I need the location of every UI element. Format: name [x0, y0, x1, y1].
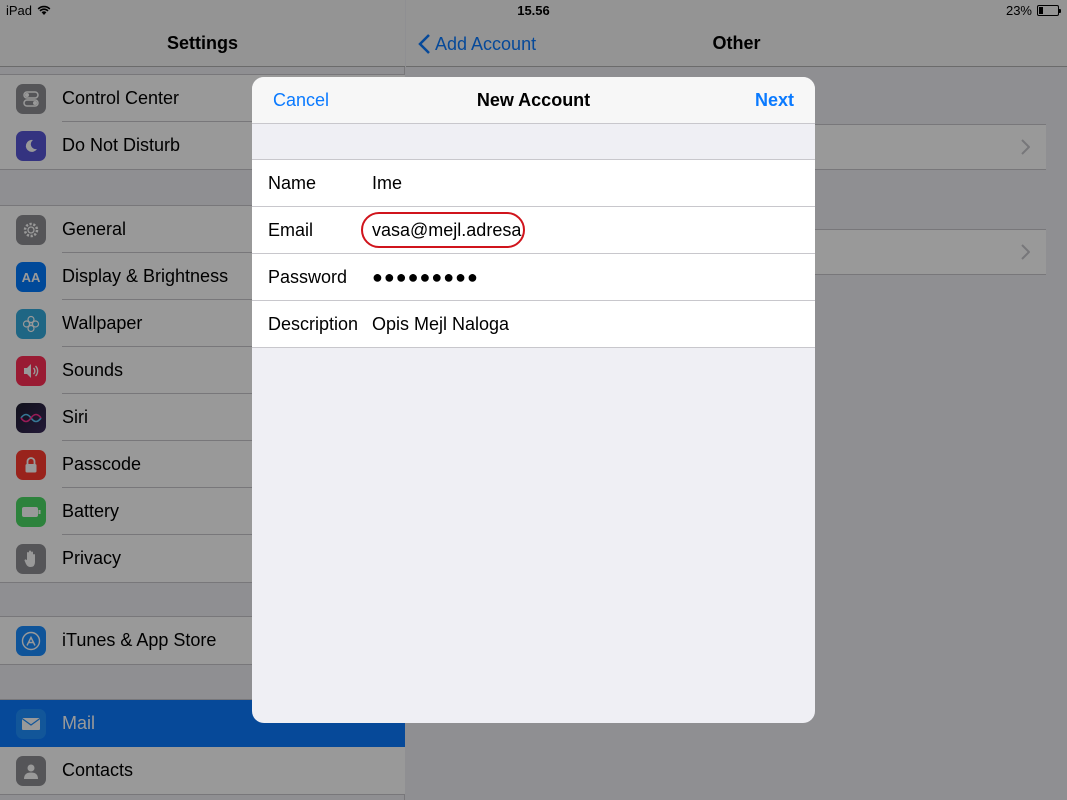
email-field[interactable]: vasa@mejl.adresa: [372, 207, 521, 253]
sheet-title: New Account: [476, 90, 591, 110]
next-button[interactable]: Next: [755, 90, 794, 111]
account-form: Name Ime Email vasa@mejl.adresa Password…: [252, 159, 815, 348]
email-row[interactable]: Email vasa@mejl.adresa: [252, 207, 815, 254]
name-label: Name: [268, 173, 317, 193]
description-field[interactable]: Opis Mejl Naloga: [372, 301, 509, 347]
name-field[interactable]: Ime: [372, 160, 402, 206]
name-row[interactable]: Name Ime: [252, 160, 815, 207]
password-label: Password: [268, 267, 348, 287]
password-field[interactable]: ●●●●●●●●●: [372, 254, 479, 300]
new-account-sheet: Cancel New Account Next Name Ime Email v…: [252, 77, 815, 723]
sheet-nav-bar: Cancel New Account Next: [252, 77, 815, 124]
description-label: Description: [268, 314, 359, 334]
description-row[interactable]: Description Opis Mejl Naloga: [252, 301, 815, 347]
email-label: Email: [268, 220, 314, 240]
password-row[interactable]: Password ●●●●●●●●●: [252, 254, 815, 301]
